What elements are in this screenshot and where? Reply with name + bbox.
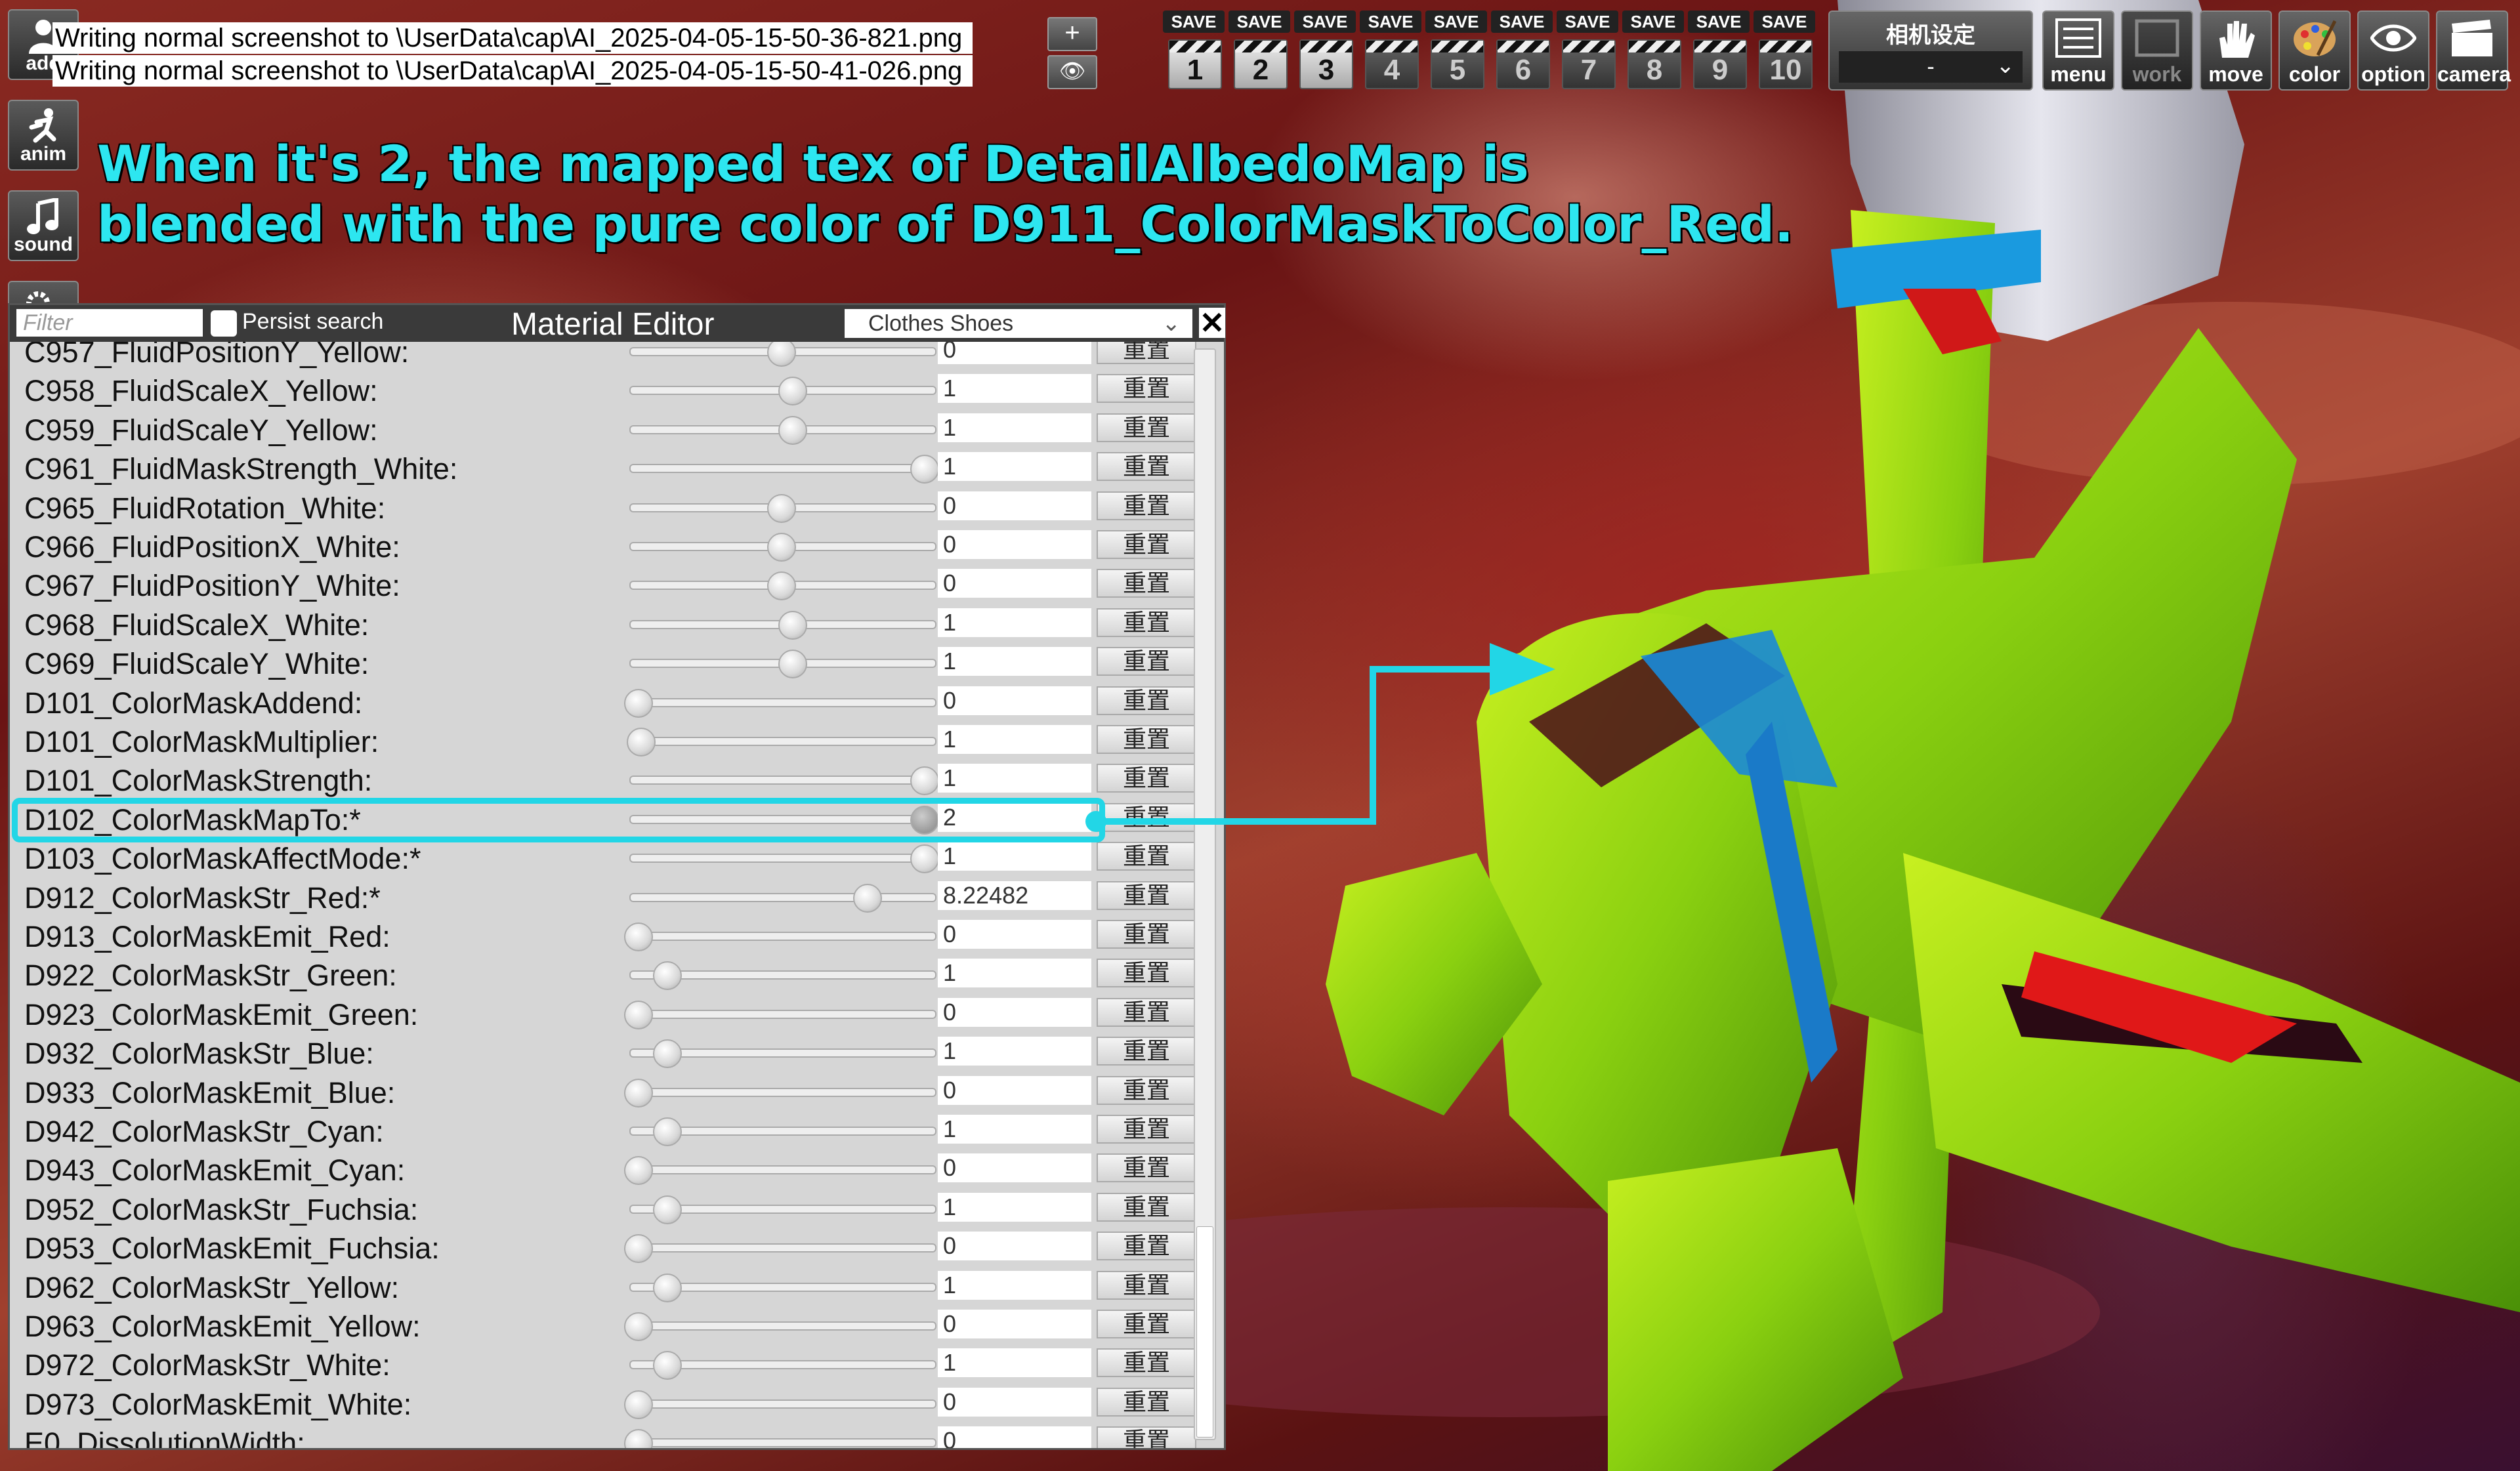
annotation-arrow — [1085, 643, 1555, 832]
